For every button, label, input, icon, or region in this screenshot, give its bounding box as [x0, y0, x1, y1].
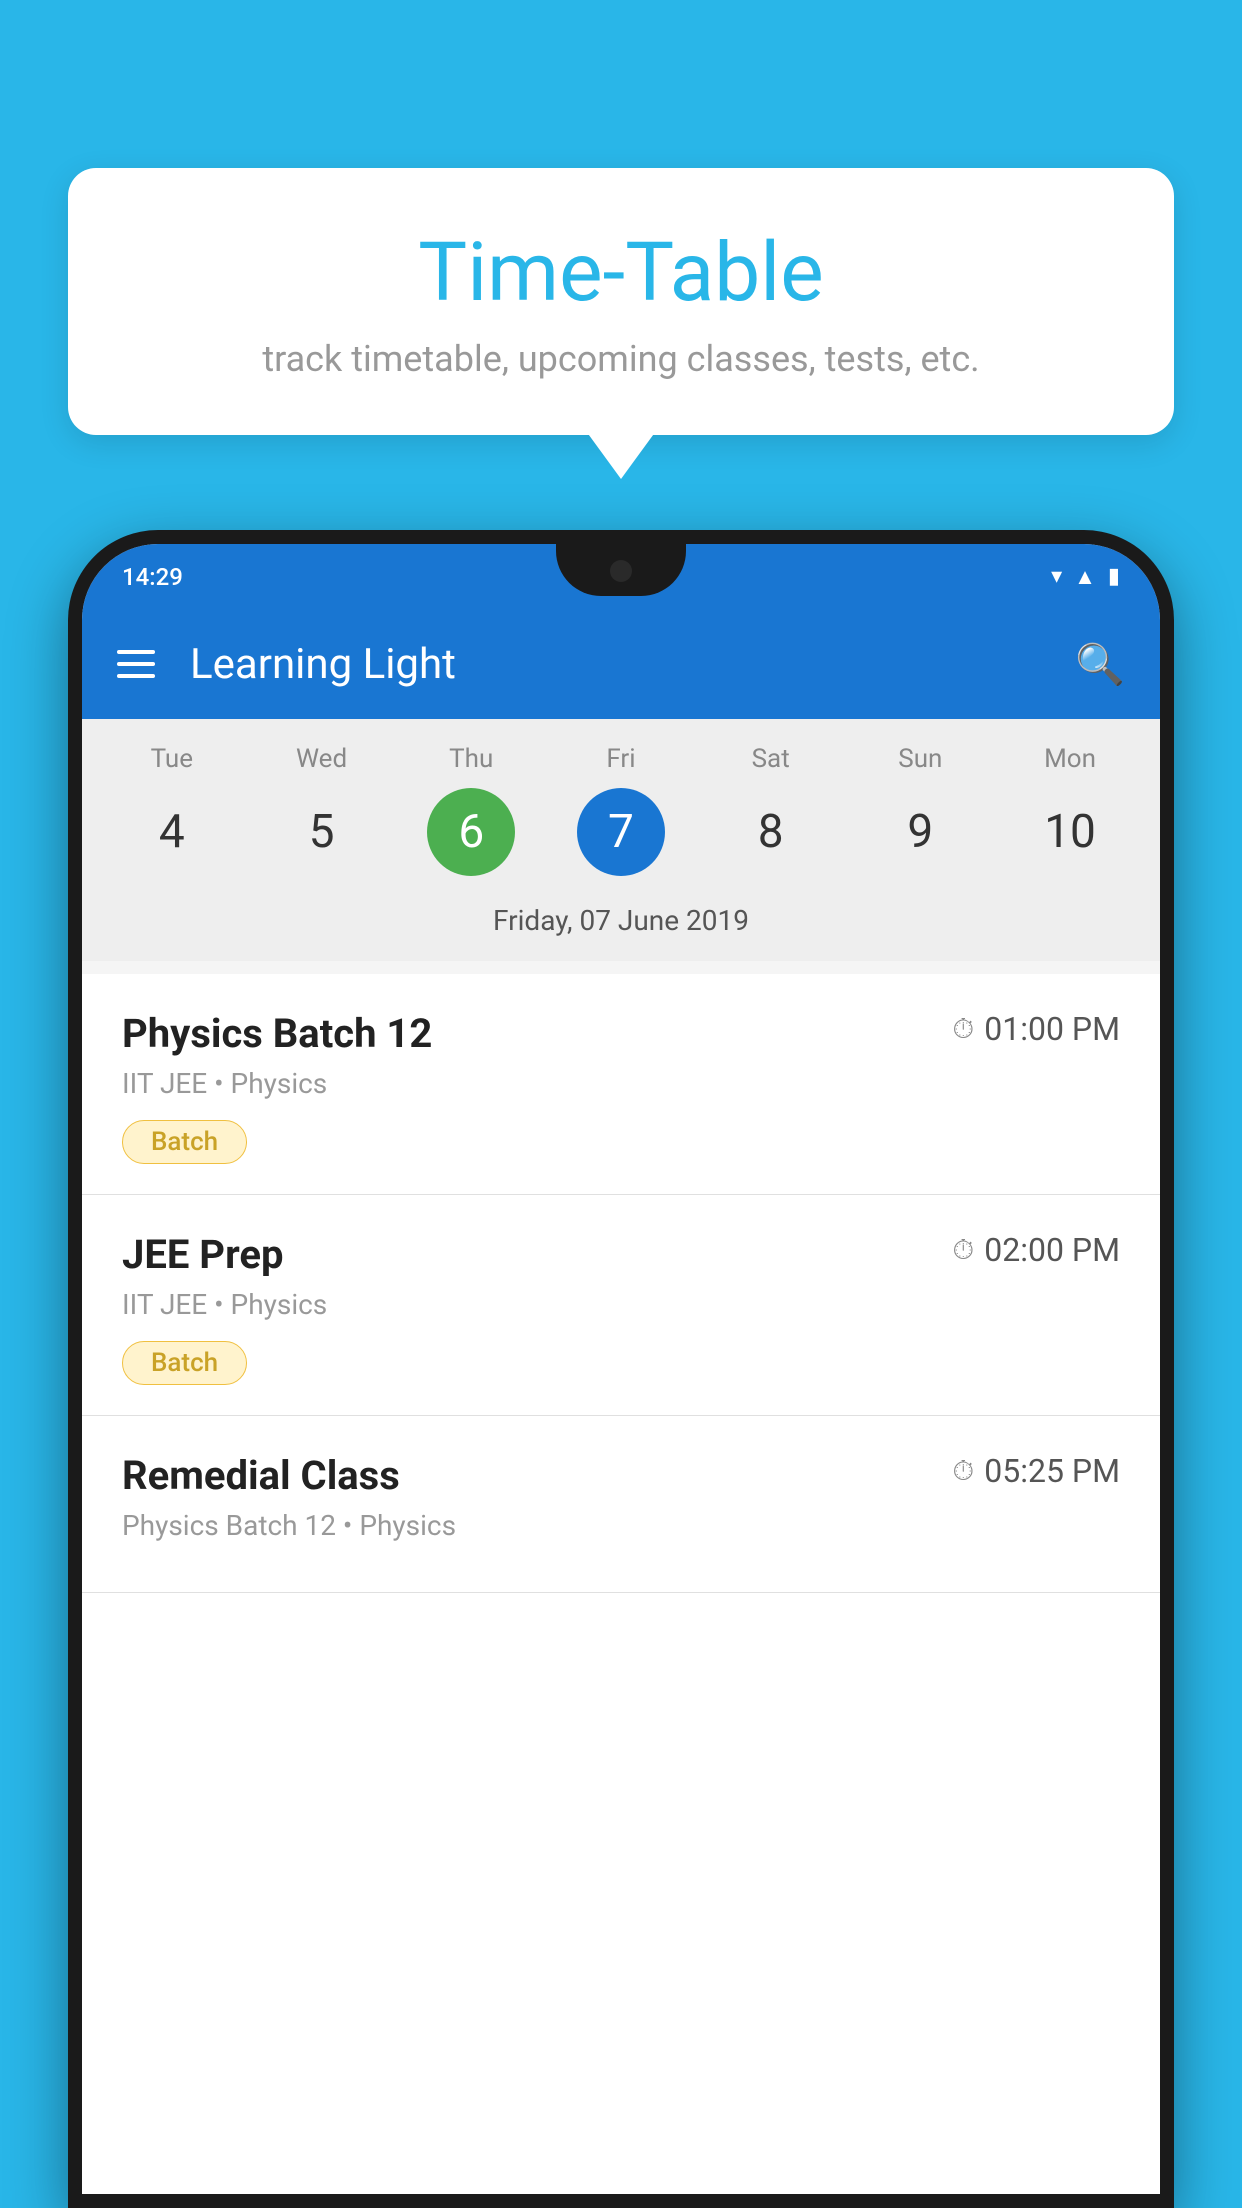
status-icons: ▾ ▲ ▮	[1051, 564, 1120, 590]
status-bar: 14:29 ▾ ▲ ▮	[82, 544, 1160, 609]
wifi-icon: ▾	[1051, 564, 1062, 589]
schedule-container: Physics Batch 12 ⏱ 01:00 PM IIT JEE • Physi…	[82, 974, 1160, 2194]
phone-inner: 14:29 ▾ ▲ ▮ Learning Light 🔍 Tue 4 Wed 5 Thu…	[82, 544, 1160, 2194]
schedule-item-title: JEE Prep	[122, 1231, 283, 1278]
app-bar: Learning Light 🔍	[82, 609, 1160, 719]
day-label: Sun	[898, 744, 942, 774]
day-number[interactable]: 8	[727, 788, 815, 876]
schedule-item-header: Remedial Class ⏱ 05:25 PM	[122, 1452, 1120, 1499]
day-label: Mon	[1044, 744, 1096, 774]
day-number[interactable]: 4	[128, 788, 216, 876]
tooltip-subtitle: track timetable, upcoming classes, tests…	[118, 338, 1124, 380]
notch-cutout	[556, 544, 686, 596]
tooltip-title: Time-Table	[118, 228, 1124, 318]
selected-date: Friday, 07 June 2019	[82, 894, 1160, 943]
time-text: 02:00 PM	[984, 1231, 1120, 1269]
day-label: Tue	[151, 744, 193, 774]
day-col[interactable]: Sun 9	[855, 744, 985, 876]
battery-icon: ▮	[1108, 564, 1120, 589]
schedule-item-title: Physics Batch 12	[122, 1010, 432, 1057]
signal-icon: ▲	[1074, 564, 1096, 590]
day-label: Sat	[752, 744, 790, 774]
clock-icon: ⏱	[952, 1233, 974, 1267]
schedule-item-time: ⏱ 01:00 PM	[952, 1010, 1120, 1048]
status-time: 14:29	[122, 563, 183, 591]
day-label: Fri	[606, 744, 635, 774]
day-col[interactable]: Wed 5	[257, 744, 387, 876]
schedule-item-header: Physics Batch 12 ⏱ 01:00 PM	[122, 1010, 1120, 1057]
schedule-item-header: JEE Prep ⏱ 02:00 PM	[122, 1231, 1120, 1278]
day-number[interactable]: 5	[278, 788, 366, 876]
time-text: 05:25 PM	[984, 1452, 1120, 1490]
days-row: Tue 4 Wed 5 Thu 6 Fri 7 Sat 8 Sun 9 Mon 10	[82, 744, 1160, 876]
search-icon[interactable]: 🔍	[1075, 641, 1125, 688]
schedule-item-subtitle: IIT JEE • Physics	[122, 1288, 1120, 1321]
schedule-item-title: Remedial Class	[122, 1452, 400, 1499]
day-number[interactable]: 9	[876, 788, 964, 876]
day-col[interactable]: Mon 10	[1005, 744, 1135, 876]
schedule-item-subtitle: Physics Batch 12 • Physics	[122, 1509, 1120, 1542]
schedule-item[interactable]: Remedial Class ⏱ 05:25 PM Physics Batch 12 …	[82, 1416, 1160, 1593]
time-text: 01:00 PM	[984, 1010, 1120, 1048]
hamburger-icon[interactable]	[117, 650, 155, 678]
schedule-item-subtitle: IIT JEE • Physics	[122, 1067, 1120, 1100]
day-col[interactable]: Fri 7	[556, 744, 686, 876]
schedule-item[interactable]: Physics Batch 12 ⏱ 01:00 PM IIT JEE • Physi…	[82, 974, 1160, 1195]
day-label: Wed	[296, 744, 347, 774]
day-label: Thu	[449, 744, 493, 774]
day-col[interactable]: Sat 8	[706, 744, 836, 876]
schedule-item-time: ⏱ 02:00 PM	[952, 1231, 1120, 1269]
day-number[interactable]: 10	[1026, 788, 1114, 876]
day-number[interactable]: 6	[427, 788, 515, 876]
calendar-strip: Tue 4 Wed 5 Thu 6 Fri 7 Sat 8 Sun 9 Mon 10 Friday, 07…	[82, 719, 1160, 961]
camera-dot	[610, 560, 632, 582]
batch-badge: Batch	[122, 1341, 247, 1385]
app-title: Learning Light	[190, 640, 1075, 689]
schedule-item-time: ⏱ 05:25 PM	[952, 1452, 1120, 1490]
clock-icon: ⏱	[952, 1454, 974, 1488]
day-number[interactable]: 7	[577, 788, 665, 876]
schedule-item[interactable]: JEE Prep ⏱ 02:00 PM IIT JEE • Physics Batch	[82, 1195, 1160, 1416]
phone-frame: 14:29 ▾ ▲ ▮ Learning Light 🔍 Tue 4 Wed 5 Thu…	[68, 530, 1174, 2208]
tooltip-card: Time-Table track timetable, upcoming cla…	[68, 168, 1174, 435]
clock-icon: ⏱	[952, 1012, 974, 1046]
day-col[interactable]: Thu 6	[406, 744, 536, 876]
day-col[interactable]: Tue 4	[107, 744, 237, 876]
batch-badge: Batch	[122, 1120, 247, 1164]
